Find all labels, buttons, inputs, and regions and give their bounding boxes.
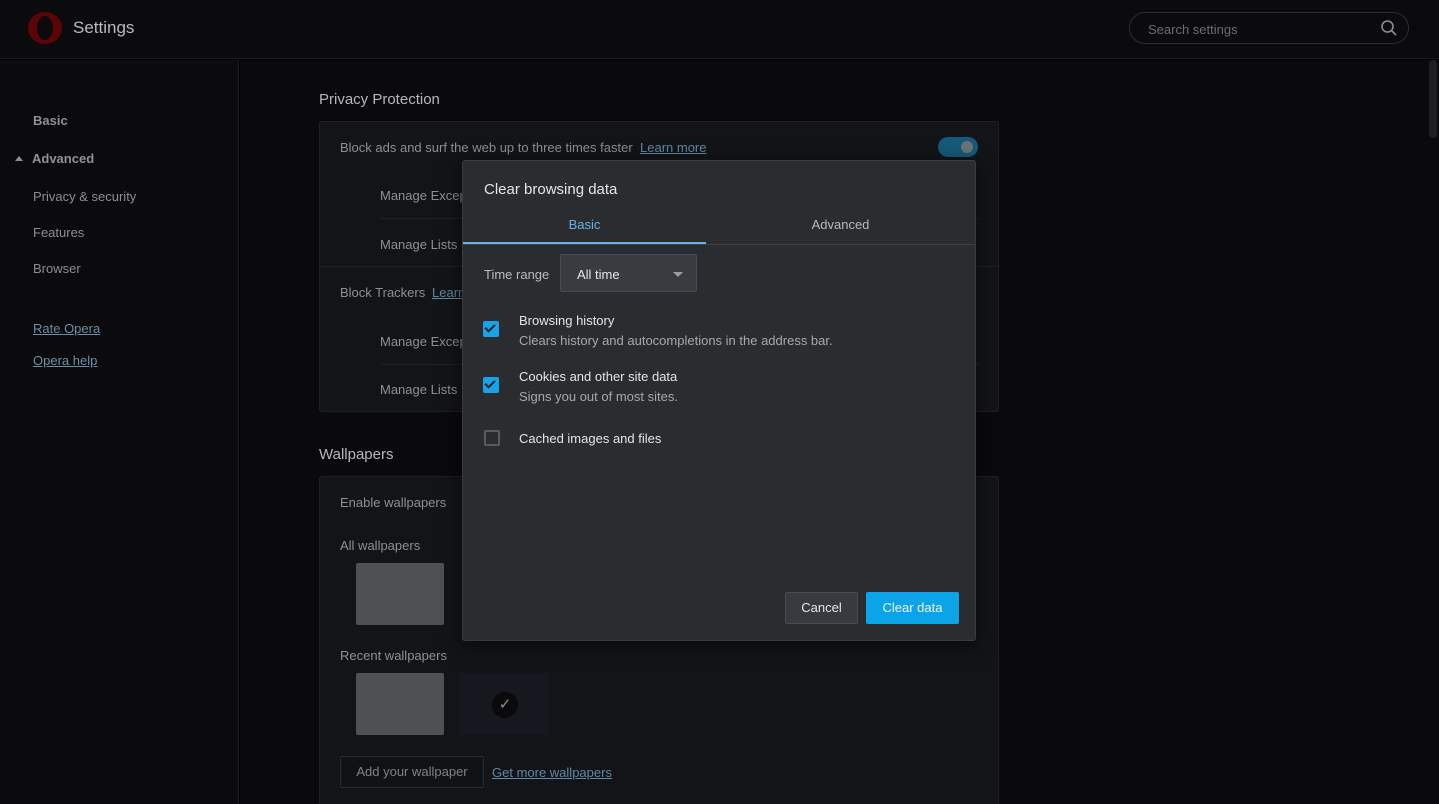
tab-basic[interactable]: Basic (463, 217, 706, 245)
learn-trackers-link[interactable]: Learn (432, 285, 465, 300)
search-icon[interactable] (1380, 19, 1398, 37)
browsing-history-checkbox[interactable] (483, 321, 499, 337)
enable-wallpapers-label: Enable wallpapers (340, 495, 447, 510)
wallpaper-thumbnail[interactable] (356, 563, 444, 625)
dialog-tabs: Basic Advanced (463, 213, 975, 245)
active-tab-indicator (463, 242, 706, 244)
opera-help-link[interactable]: Opera help (33, 353, 97, 368)
opera-logo-icon (28, 12, 62, 44)
top-bar: Settings (0, 0, 1439, 59)
sidebar-item-advanced[interactable]: Advanced (32, 151, 94, 166)
option-description: Signs you out of most sites. (519, 389, 678, 404)
sidebar-item-privacy[interactable]: Privacy & security (33, 189, 136, 204)
option-title: Browsing history (519, 313, 615, 328)
sidebar: Basic Advanced Privacy & security Featur… (0, 60, 239, 804)
checkmark-icon (484, 321, 496, 333)
dropdown-arrow-icon (673, 272, 683, 277)
sidebar-item-basic[interactable]: Basic (33, 113, 68, 128)
manage-exceptions-link[interactable]: Manage Excep (380, 188, 467, 203)
add-wallpaper-button[interactable]: Add your wallpaper (340, 756, 484, 788)
option-title: Cookies and other site data (519, 369, 678, 384)
sidebar-item-browser[interactable]: Browser (33, 261, 81, 276)
clear-data-button[interactable]: Clear data (866, 592, 959, 624)
tab-advanced[interactable]: Advanced (719, 217, 962, 245)
clear-browsing-data-dialog: Clear browsing data Basic Advanced Time … (462, 160, 976, 641)
manage-exceptions-link-2[interactable]: Manage Excep (380, 334, 467, 349)
recent-wallpaper-thumbnail-selected[interactable]: ✓ (460, 673, 548, 735)
option-title: Cached images and files (519, 431, 662, 446)
wallpapers-section-title: Wallpapers (319, 446, 394, 463)
option-description: Clears history and autocompletions in th… (519, 333, 833, 348)
privacy-section-title: Privacy Protection (319, 91, 440, 108)
recent-wallpapers-label: Recent wallpapers (340, 648, 447, 663)
dialog-title: Clear browsing data (484, 181, 618, 198)
time-range-select[interactable]: All time (560, 254, 697, 292)
search-box[interactable] (1129, 12, 1409, 44)
cookies-checkbox[interactable] (483, 377, 499, 393)
manage-lists-link-2[interactable]: Manage Lists (380, 382, 457, 397)
manage-lists-link[interactable]: Manage Lists (380, 237, 457, 252)
block-trackers-label: Block Trackers (340, 285, 426, 300)
learn-more-link[interactable]: Learn more (640, 140, 706, 155)
all-wallpapers-label: All wallpapers (340, 538, 421, 553)
time-range-value: All time (577, 267, 620, 282)
cached-images-checkbox[interactable] (484, 430, 500, 446)
recent-wallpaper-thumbnail[interactable] (356, 673, 444, 735)
scrollbar[interactable] (1429, 60, 1437, 138)
page-title: Settings (73, 18, 135, 37)
sidebar-item-features[interactable]: Features (33, 225, 84, 240)
get-more-wallpapers-link[interactable]: Get more wallpapers (492, 765, 612, 780)
checkmark-icon (484, 377, 496, 389)
rate-opera-link[interactable]: Rate Opera (33, 321, 100, 336)
block-ads-label: Block ads and surf the web up to three t… (340, 140, 633, 155)
block-ads-toggle[interactable] (938, 137, 978, 157)
time-range-label: Time range (484, 267, 550, 282)
cancel-button[interactable]: Cancel (785, 592, 858, 624)
collapse-caret-icon[interactable] (15, 156, 23, 161)
search-input[interactable] (1148, 20, 1378, 38)
selected-check-icon: ✓ (492, 692, 518, 718)
